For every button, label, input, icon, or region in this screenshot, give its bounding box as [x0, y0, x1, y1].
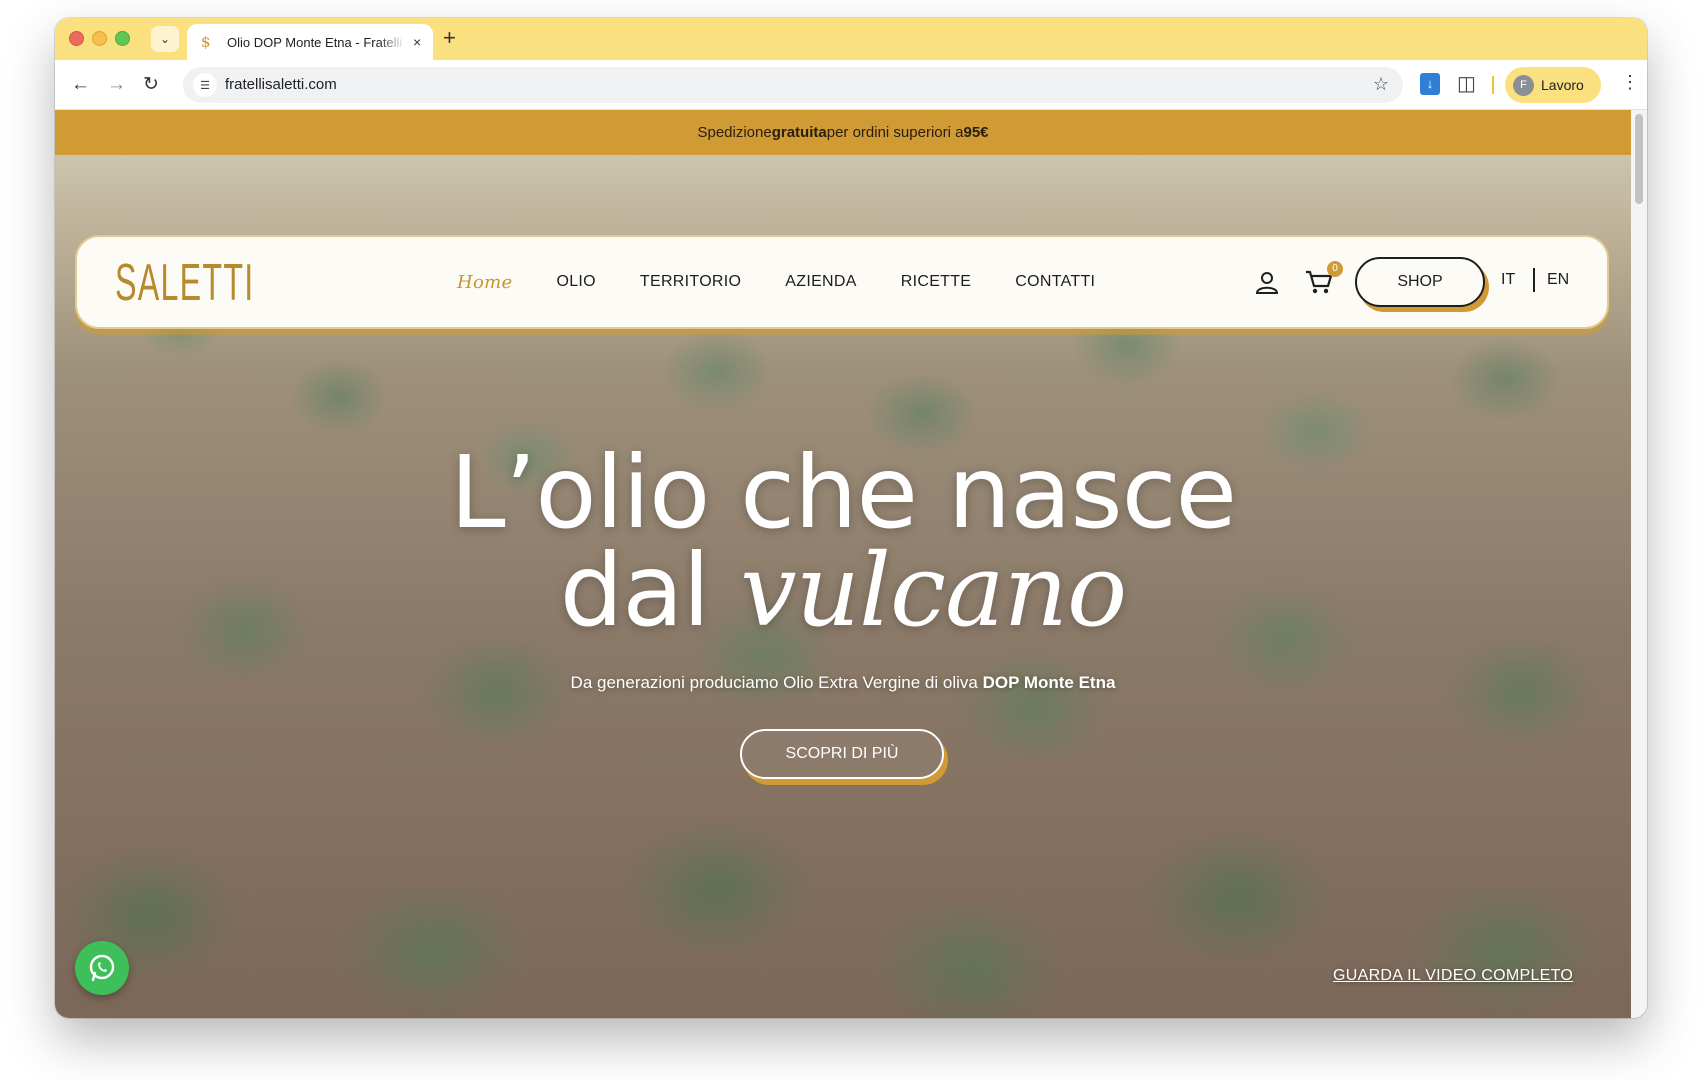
nav-azienda[interactable]: AZIENDA	[785, 273, 856, 291]
tab-title: Olio DOP Monte Etna - Fratelli Saletti	[227, 34, 405, 50]
subtitle-bold: DOP Monte Etna	[982, 673, 1116, 692]
toolbar-divider	[1492, 76, 1494, 94]
hero-subtitle: Da generazioni produciamo Olio Extra Ver…	[55, 673, 1631, 693]
promo-prefix: Spedizione	[697, 124, 772, 141]
page-viewport: Spedizione gratuita per ordini superiori…	[55, 110, 1631, 1018]
whatsapp-button[interactable]	[75, 941, 129, 995]
back-icon[interactable]: ←	[71, 73, 90, 97]
promo-bold: gratuita	[771, 124, 827, 141]
hero-headline: L’olio che nasce dal vulcano	[55, 434, 1631, 641]
discover-more-button[interactable]: SCOPRI DI PIÙ	[740, 729, 944, 779]
page-scrollbar[interactable]	[1631, 110, 1647, 1018]
promo-amount: 95€	[963, 124, 989, 141]
promo-middle: per ordini superiori a	[826, 124, 964, 141]
nav-ricette[interactable]: RICETTE	[901, 273, 972, 291]
tab-search-button[interactable]: ⌄	[151, 26, 179, 52]
close-tab-icon[interactable]: ×	[413, 34, 421, 50]
browser-window: ⌄ $ Olio DOP Monte Etna - Fratelli Salet…	[55, 18, 1647, 1018]
nav-contatti[interactable]: CONTATTI	[1015, 273, 1095, 291]
url-text[interactable]: fratellisaletti.com	[225, 76, 337, 93]
site-info-icon[interactable]: ☰	[193, 73, 217, 97]
cart-count-badge: 0	[1327, 261, 1343, 277]
subtitle-plain: Da generazioni produciamo Olio Extra Ver…	[570, 673, 983, 692]
browser-toolbar: ← → ↻ ☰ fratellisaletti.com ☆ ↓ ◫ F Lavo…	[55, 60, 1647, 110]
user-icon[interactable]	[1255, 271, 1279, 295]
lang-divider	[1533, 268, 1535, 292]
forward-icon[interactable]: →	[107, 73, 126, 97]
chevron-down-icon: ⌄	[159, 32, 171, 46]
site-logo[interactable]: SALETTI	[115, 253, 254, 313]
hero-section: SALETTI Home OLIO TERRITORIO AZIENDA RIC…	[55, 155, 1631, 1018]
new-tab-button[interactable]: +	[443, 26, 456, 50]
promo-banner: Spedizione gratuita per ordini superiori…	[55, 110, 1631, 155]
site-header: SALETTI Home OLIO TERRITORIO AZIENDA RIC…	[75, 235, 1609, 329]
watch-full-video-link[interactable]: GUARDA IL VIDEO COMPLETO	[1333, 967, 1573, 985]
reload-icon[interactable]: ↻	[143, 73, 159, 97]
address-bar[interactable]: ☰ fratellisaletti.com ☆	[183, 67, 1403, 103]
tab-strip: ⌄ $ Olio DOP Monte Etna - Fratelli Salet…	[55, 18, 1647, 60]
headline-line-1: L’olio che nasce	[449, 434, 1237, 551]
tab-active[interactable]: $ Olio DOP Monte Etna - Fratelli Saletti…	[187, 24, 433, 60]
close-window-button[interactable]	[69, 31, 84, 46]
main-nav: Home OLIO TERRITORIO AZIENDA RICETTE CON…	[457, 237, 1139, 327]
profile-label: Lavoro	[1541, 77, 1584, 93]
nav-territorio[interactable]: TERRITORIO	[640, 273, 741, 291]
star-icon[interactable]: ☆	[1373, 74, 1389, 95]
profile-button[interactable]: F Lavoro	[1505, 67, 1601, 103]
headline-accent: vulcano	[740, 532, 1127, 649]
maximize-window-button[interactable]	[115, 31, 130, 46]
shop-button[interactable]: SHOP	[1355, 257, 1485, 307]
headline-line-2: dal vulcano	[55, 541, 1631, 641]
extensions-icon[interactable]: ◫	[1457, 71, 1476, 96]
nav-home[interactable]: Home	[457, 272, 512, 293]
avatar: F	[1513, 75, 1534, 96]
minimize-window-button[interactable]	[92, 31, 107, 46]
scrollbar-thumb[interactable]	[1635, 114, 1643, 204]
whatsapp-icon	[89, 954, 115, 982]
lang-en[interactable]: EN	[1547, 271, 1569, 289]
download-icon[interactable]: ↓	[1420, 73, 1440, 95]
nav-olio[interactable]: OLIO	[556, 273, 595, 291]
lang-it[interactable]: IT	[1501, 271, 1515, 289]
headline-plain: dal	[559, 532, 741, 649]
favicon-icon: $	[201, 33, 211, 51]
menu-icon[interactable]: ⋮	[1621, 72, 1639, 93]
